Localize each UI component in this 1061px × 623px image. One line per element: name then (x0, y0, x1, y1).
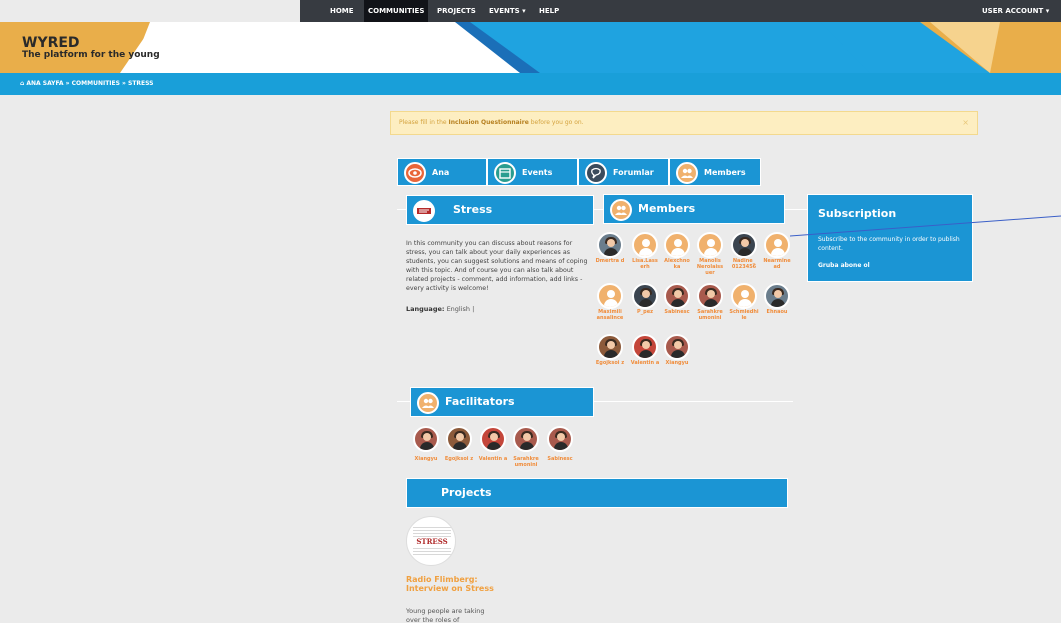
project-title[interactable]: Radio Flimberg: Interview on Stress (406, 575, 496, 593)
member-name[interactable]: Alexchno ka (660, 258, 694, 270)
subscribe-link[interactable]: Gruba abone ol (818, 262, 870, 269)
inclusion-questionnaire-link[interactable]: Inclusion Questionnaire (449, 119, 529, 126)
nav-projects[interactable]: PROJECTS (437, 0, 476, 22)
facilitator-name[interactable]: Xiangyu (409, 456, 443, 462)
member-name[interactable]: Lisa.Lass erh (628, 258, 662, 270)
member-name[interactable]: Valentin a (628, 360, 662, 366)
close-icon[interactable]: × (962, 112, 969, 134)
projects-header: Projects (406, 478, 788, 508)
member-avatar[interactable] (597, 283, 623, 309)
facilitator-avatar[interactable] (446, 426, 472, 452)
member-avatar[interactable] (597, 334, 623, 360)
people-icon (417, 392, 439, 414)
tab-events[interactable]: Events (487, 158, 578, 186)
breadcrumb[interactable]: ⌂ ANA SAYFA » COMMUNITIES » STRESS (20, 73, 154, 95)
tab-label: Members (704, 168, 746, 177)
member-name[interactable]: Egojksoi z (593, 360, 627, 366)
facilitator-avatar[interactable] (480, 426, 506, 452)
tab-members[interactable]: Members (669, 158, 761, 186)
tab-forumlar[interactable]: Forumlar (578, 158, 669, 186)
member-avatar[interactable] (632, 232, 658, 258)
member-name[interactable]: Xiangyu (660, 360, 694, 366)
projects-title: Projects (441, 486, 492, 499)
site-header: WYRED The platform for the young (0, 22, 1061, 73)
member-name[interactable]: Sarahkre umonini (693, 309, 727, 321)
community-header: Stress (406, 195, 594, 225)
facilitator-avatar[interactable] (513, 426, 539, 452)
member-name[interactable]: Dmertra d (593, 258, 627, 264)
facilitators-header: Facilitators (410, 387, 594, 417)
inclusion-notice: Please fill in the Inclusion Questionnai… (390, 111, 978, 135)
topbar-spacer (0, 0, 300, 22)
member-name[interactable]: Maximili ansalince (593, 309, 627, 321)
project-description: Young people are taking over the roles o… (406, 607, 485, 623)
tab-ana[interactable]: Ana (397, 158, 487, 186)
calendar-icon (494, 162, 516, 184)
member-avatar[interactable] (731, 283, 757, 309)
facilitator-avatar[interactable] (547, 426, 573, 452)
facilitator-name[interactable]: Sabinesc (543, 456, 577, 462)
language-value: English | (446, 305, 475, 313)
project-thumbnail[interactable]: STRESS (406, 516, 456, 566)
member-avatar[interactable] (664, 283, 690, 309)
brand-subtitle: The platform for the young (22, 50, 160, 60)
subscription-text: Subscribe to the community in order to p… (818, 236, 960, 252)
member-name[interactable]: Nadine_ 0123456 (727, 258, 761, 270)
notice-text-before: Please fill in the (399, 119, 449, 126)
language-label: Language: (406, 305, 445, 313)
nav-events[interactable]: EVENTS ▾ (489, 0, 526, 22)
subscription-title: Subscription (818, 207, 897, 220)
brand-title: WYRED (22, 35, 80, 51)
community-title: Stress (453, 203, 493, 216)
tab-label: Ana (432, 168, 450, 177)
facilitator-name[interactable]: Sarahkre umonini (509, 456, 543, 468)
members-title: Members (638, 202, 696, 215)
member-name[interactable]: Schmiedhi le (727, 309, 761, 321)
subscription-panel: Subscription Subscribe to the community … (807, 194, 973, 282)
member-avatar[interactable] (764, 232, 790, 258)
members-header: Members (603, 194, 785, 224)
member-avatar[interactable] (597, 232, 623, 258)
member-name[interactable]: Sabinesc (660, 309, 694, 315)
community-logo-icon (413, 200, 435, 222)
notice-text-after: before you go on. (528, 119, 584, 126)
people-icon (676, 162, 698, 184)
forum-icon (585, 162, 607, 184)
member-avatar[interactable] (697, 232, 723, 258)
member-name[interactable]: Ehnaou (760, 309, 794, 315)
facilitator-avatar[interactable] (413, 426, 439, 452)
member-avatar[interactable] (632, 334, 658, 360)
member-name[interactable]: Manolis Nerolaiss uer (693, 258, 727, 276)
eye-icon (404, 162, 426, 184)
nav-home[interactable]: HOME (330, 0, 354, 22)
community-language: Language: English | (406, 305, 474, 313)
member-avatar[interactable] (664, 232, 690, 258)
nav-communities[interactable]: COMMUNITIES (364, 0, 429, 22)
member-name[interactable]: P_pez (628, 309, 662, 315)
tab-label: Forumlar (613, 168, 654, 177)
tab-label: Events (522, 168, 553, 177)
thumbnail-word: STRESS (413, 537, 451, 546)
notice-text: Please fill in the Inclusion Questionnai… (399, 112, 584, 134)
community-description: In this community you can discuss about … (406, 240, 588, 292)
member-avatar[interactable] (697, 283, 723, 309)
member-avatar[interactable] (632, 283, 658, 309)
member-name[interactable]: Nearmine ad (760, 258, 794, 270)
facilitator-name[interactable]: Egojksoi z (442, 456, 476, 462)
top-navigation: HOME COMMUNITIES PROJECTS EVENTS ▾ HELP … (300, 0, 1061, 22)
facilitators-title: Facilitators (445, 395, 515, 408)
member-avatar[interactable] (764, 283, 790, 309)
nav-help[interactable]: HELP (539, 0, 559, 22)
nav-user-account[interactable]: USER ACCOUNT ▾ (982, 0, 1049, 22)
member-avatar[interactable] (664, 334, 690, 360)
breadcrumb-bar: ⌂ ANA SAYFA » COMMUNITIES » STRESS (0, 73, 1061, 95)
people-icon (610, 199, 632, 221)
member-avatar[interactable] (731, 232, 757, 258)
facilitator-name[interactable]: Valentin a (476, 456, 510, 462)
brand[interactable]: WYRED The platform for the young (22, 36, 160, 61)
